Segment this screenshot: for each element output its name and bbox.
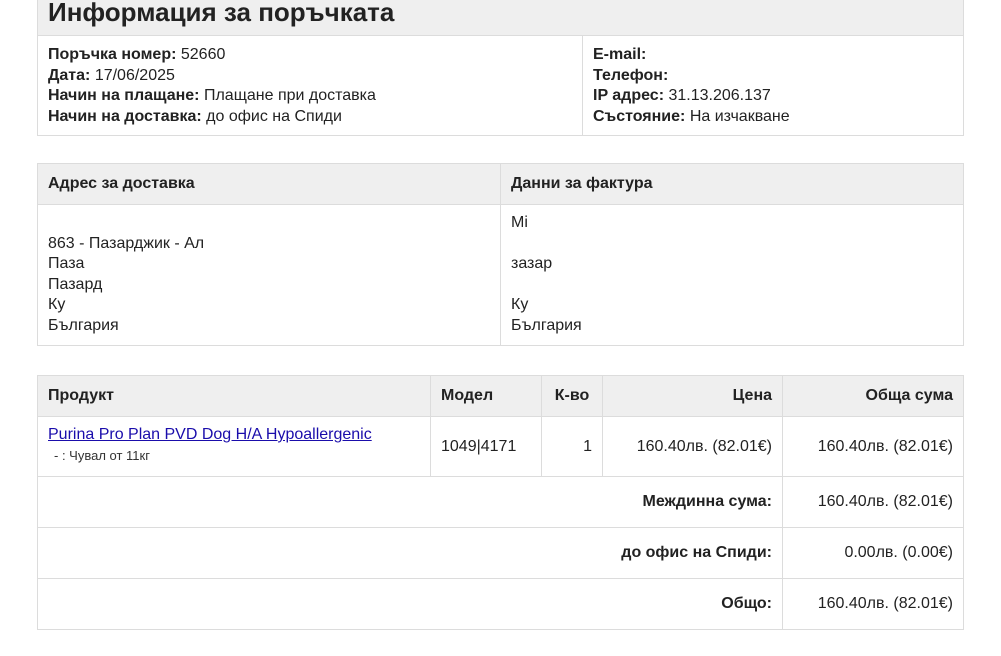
order-number-row: Поръчка номер: 52660 bbox=[48, 45, 572, 66]
billing-address-line: зазар bbox=[511, 255, 553, 272]
shipping-cost-value: 0.00лв. (0.00€) bbox=[782, 527, 964, 579]
order-info-left: Поръчка номер: 52660 Дата: 17/06/2025 На… bbox=[37, 35, 583, 136]
product-total: 160.40лв. (82.01€) bbox=[782, 416, 964, 477]
order-number-label: Поръчка номер: bbox=[48, 46, 177, 63]
status-row: Състояние: На изчакване bbox=[593, 107, 953, 128]
phone-label: Телефон: bbox=[593, 66, 669, 84]
shipping-address-country: България bbox=[48, 316, 119, 334]
date-row: Дата: 17/06/2025 bbox=[48, 66, 572, 87]
shipping-address-line: Паза bbox=[48, 255, 85, 272]
shipping-address-line: Ку bbox=[48, 296, 66, 313]
ip-value: 31.13.206.137 bbox=[668, 87, 771, 104]
status-value: На изчакване bbox=[689, 107, 790, 125]
grand-total-value: 160.40лв. (82.01€) bbox=[782, 578, 964, 630]
col-header-model: Модел bbox=[430, 375, 542, 417]
phone-row: Телефон: bbox=[593, 66, 953, 87]
date-value: 17/06/2025 bbox=[94, 66, 175, 84]
email-row: E-mail: bbox=[593, 45, 953, 66]
table-row: Purina Pro Plan PVD Dog H/A Hypoallergen… bbox=[37, 416, 964, 477]
col-header-qty: К-во bbox=[541, 375, 603, 417]
shipping-method-row: Начин на доставка: до офис на Спиди bbox=[48, 107, 572, 128]
col-header-total: Обща сума bbox=[782, 375, 964, 417]
email-redacted bbox=[650, 47, 801, 59]
product-qty: 1 bbox=[541, 416, 603, 477]
address-table: Адрес за доставка Данни за фактура 863 -… bbox=[37, 163, 964, 346]
subtotal-value: 160.40лв. (82.01€) bbox=[782, 476, 964, 528]
phone-redacted bbox=[672, 67, 823, 80]
grand-total-label: Общо: bbox=[37, 578, 783, 630]
ip-label: IP адрес: bbox=[593, 87, 665, 104]
shipping-address-line bbox=[48, 213, 490, 234]
col-header-price: Цена bbox=[602, 375, 783, 417]
grand-total-row: Общо: 160.40лв. (82.01€) bbox=[37, 578, 964, 630]
order-info-title: Информация за поръчката bbox=[36, 0, 965, 36]
product-model: 1049|4171 bbox=[430, 416, 542, 477]
shipping-address-line: 863 - Пазарджик - Ал bbox=[48, 234, 205, 252]
ip-row: IP адрес: 31.13.206.137 bbox=[593, 86, 953, 107]
order-info-table: Информация за поръчката Поръчка номер: 5… bbox=[36, 0, 965, 136]
product-link[interactable]: Purina Pro Plan PVD Dog H/A Hypoallergen… bbox=[48, 426, 420, 444]
order-details-page: Информация за поръчката Поръчка номер: 5… bbox=[0, 0, 1001, 656]
payment-label: Начин на плащане: bbox=[48, 87, 200, 104]
payment-value: Плащане при доставка bbox=[203, 87, 376, 104]
subtotal-row: Междинна сума: 160.40лв. (82.01€) bbox=[37, 476, 964, 528]
shipping-cost-row: до офис на Спиди: 0.00лв. (0.00€) bbox=[37, 527, 964, 579]
billing-address-line: Mi bbox=[511, 214, 528, 231]
product-cell: Purina Pro Plan PVD Dog H/A Hypoallergen… bbox=[37, 416, 431, 477]
billing-address-line bbox=[511, 234, 953, 255]
product-option: - : Чувал от 11кг bbox=[54, 448, 150, 463]
product-price: 160.40лв. (82.01€) bbox=[602, 416, 783, 477]
date-label: Дата: bbox=[48, 66, 91, 84]
shipping-cost-label: до офис на Спиди: bbox=[37, 527, 783, 579]
payment-row: Начин на плащане: Плащане при доставка bbox=[48, 86, 572, 107]
shipping-address-header: Адрес за доставка bbox=[37, 163, 501, 205]
billing-address-header: Данни за фактура bbox=[500, 163, 964, 205]
col-header-product: Продукт bbox=[37, 375, 431, 417]
shipping-address: 863 - Пазарджик - Ал Паза Пазард Ку Бълг… bbox=[37, 204, 501, 346]
shipping-method-label: Начин на доставка: bbox=[48, 107, 202, 125]
shipping-address-line: Пазард bbox=[48, 275, 103, 293]
billing-address-country: България bbox=[511, 316, 582, 334]
order-number-value: 52660 bbox=[180, 46, 226, 63]
email-label: E-mail: bbox=[593, 46, 647, 63]
status-label: Състояние: bbox=[593, 107, 686, 125]
shipping-method-value: до офис на Спиди bbox=[206, 107, 342, 125]
billing-address-line: Ку bbox=[511, 296, 529, 313]
order-info-right: E-mail: Телефон: IP адрес: 31.13.206.137… bbox=[581, 35, 965, 136]
subtotal-label: Междинна сума: bbox=[37, 476, 783, 528]
billing-address-line bbox=[511, 275, 953, 296]
products-table: Продукт Модел К-во Цена Обща сума Purina… bbox=[37, 375, 964, 630]
billing-address: Mi зазар Ку България bbox=[500, 204, 964, 346]
